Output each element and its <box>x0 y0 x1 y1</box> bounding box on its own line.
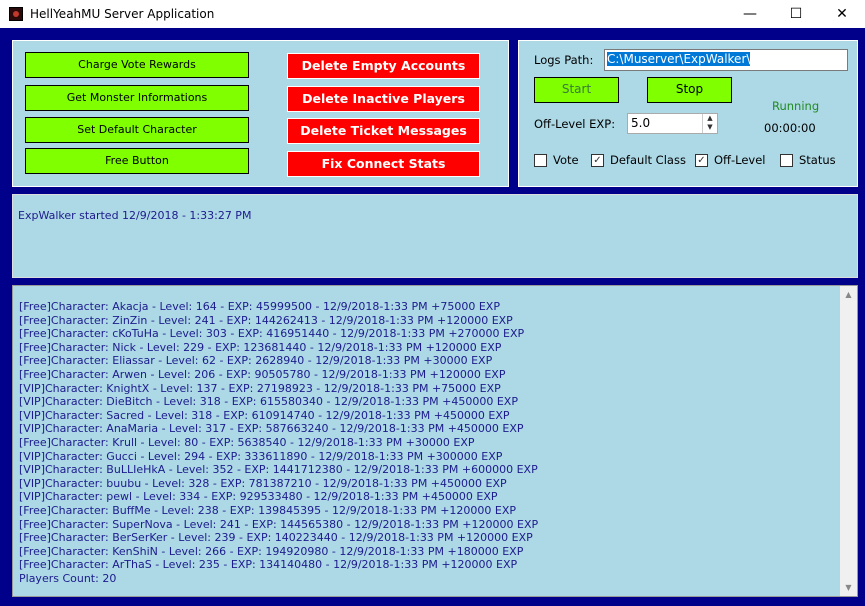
default-class-checkbox[interactable]: ✓ Default Class <box>591 153 686 167</box>
player-line: [VIP]Character: DieBitch - Level: 318 - … <box>19 395 518 409</box>
fix-connect-stats-button[interactable]: Fix Connect Stats <box>287 151 480 177</box>
actions-panel: Charge Vote Rewards Get Monster Informat… <box>12 40 509 187</box>
player-line: [VIP]Character: pewl - Level: 334 - EXP:… <box>19 490 498 504</box>
players-count: Players Count: 20 <box>19 571 117 585</box>
checkbox-icon[interactable] <box>780 153 793 167</box>
minimize-button[interactable]: — <box>727 0 773 28</box>
player-line: [Free]Character: Krull - Level: 80 - EXP… <box>19 435 475 449</box>
players-list[interactable]: [Free]Character: Akacja - Level: 164 - E… <box>12 285 858 597</box>
get-monster-informations-button[interactable]: Get Monster Informations <box>25 85 249 111</box>
player-line: [Free]Character: Akacja - Level: 164 - E… <box>19 300 500 313</box>
player-line: [VIP]Character: AnaMaria - Level: 317 - … <box>19 422 524 436</box>
checkbox-icon[interactable] <box>534 153 547 167</box>
vote-checkbox[interactable]: Vote <box>534 153 579 167</box>
app-icon <box>9 7 23 21</box>
set-default-character-button[interactable]: Set Default Character <box>25 117 249 143</box>
title-bar: HellYeahMU Server Application — ☐ ✕ <box>0 0 865 28</box>
player-line: [VIP]Character: Sacred - Level: 318 - EX… <box>19 408 510 422</box>
player-line: [Free]Character: cKoTuHa - Level: 303 - … <box>19 327 525 341</box>
free-button[interactable]: Free Button <box>25 148 249 174</box>
charge-vote-rewards-button[interactable]: Charge Vote Rewards <box>25 52 249 78</box>
status-checkbox[interactable]: Status <box>780 153 836 167</box>
player-line: [Free]Character: ArThaS - Level: 235 - E… <box>19 558 518 572</box>
logs-path-input[interactable]: C:\Muserver\ExpWalker\ <box>604 49 848 71</box>
off-level-checkbox[interactable]: ✓ Off-Level <box>695 153 765 167</box>
player-line: [VIP]Character: BuLLIeHkA - Level: 352 -… <box>19 463 538 477</box>
scroll-down-icon[interactable]: ▼ <box>840 579 857 596</box>
status-text: Running <box>772 99 820 113</box>
close-button[interactable]: ✕ <box>819 0 865 28</box>
player-line: [Free]Character: Arwen - Level: 206 - EX… <box>19 367 506 381</box>
start-button[interactable]: Start <box>534 77 619 103</box>
player-line: [VIP]Character: KnightX - Level: 137 - E… <box>19 381 501 395</box>
delete-inactive-players-button[interactable]: Delete Inactive Players <box>287 86 480 112</box>
player-line: [Free]Character: Nick - Level: 229 - EXP… <box>19 340 502 354</box>
player-line: [Free]Character: KenShiN - Level: 266 - … <box>19 544 524 558</box>
player-lines: [Free]Character: Akacja - Level: 164 - E… <box>19 300 538 585</box>
off-level-exp-stepper[interactable]: 5.0 ▲ ▼ <box>627 113 718 134</box>
player-line: [Free]Character: BuffMe - Level: 238 - E… <box>19 503 517 517</box>
delete-ticket-messages-button[interactable]: Delete Ticket Messages <box>287 118 480 144</box>
window-title: HellYeahMU Server Application <box>30 7 215 21</box>
spin-arrows-icon[interactable]: ▲ ▼ <box>702 114 717 133</box>
log-box[interactable]: ExpWalker started 12/9/2018 - 1:33:27 PM <box>12 194 858 278</box>
logs-path-label: Logs Path: <box>534 53 594 67</box>
stop-button[interactable]: Stop <box>647 77 732 103</box>
scrollbar[interactable]: ▲ ▼ <box>840 286 857 596</box>
player-line: [Free]Character: Eliassar - Level: 62 - … <box>19 354 493 368</box>
player-line: [VIP]Character: Gucci - Level: 294 - EXP… <box>19 449 503 463</box>
player-line: [Free]Character: SuperNova - Level: 241 … <box>19 517 539 531</box>
player-line: [VIP]Character: buubu - Level: 328 - EXP… <box>19 476 507 490</box>
delete-empty-accounts-button[interactable]: Delete Empty Accounts <box>287 53 480 79</box>
exp-walker-panel: Logs Path: C:\Muserver\ExpWalker\ Start … <box>518 40 858 187</box>
player-line: [Free]Character: ZinZin - Level: 241 - E… <box>19 313 513 327</box>
checkmark-icon[interactable]: ✓ <box>695 153 708 167</box>
checkmark-icon[interactable]: ✓ <box>591 153 604 167</box>
maximize-button[interactable]: ☐ <box>773 0 819 28</box>
scroll-up-icon[interactable]: ▲ <box>840 286 857 303</box>
log-message: ExpWalker started 12/9/2018 - 1:33:27 PM <box>18 209 252 222</box>
off-level-exp-label: Off-Level EXP: <box>534 117 616 131</box>
timer-text: 00:00:00 <box>764 121 816 135</box>
player-line: [Free]Character: BerSerKer - Level: 239 … <box>19 531 533 545</box>
